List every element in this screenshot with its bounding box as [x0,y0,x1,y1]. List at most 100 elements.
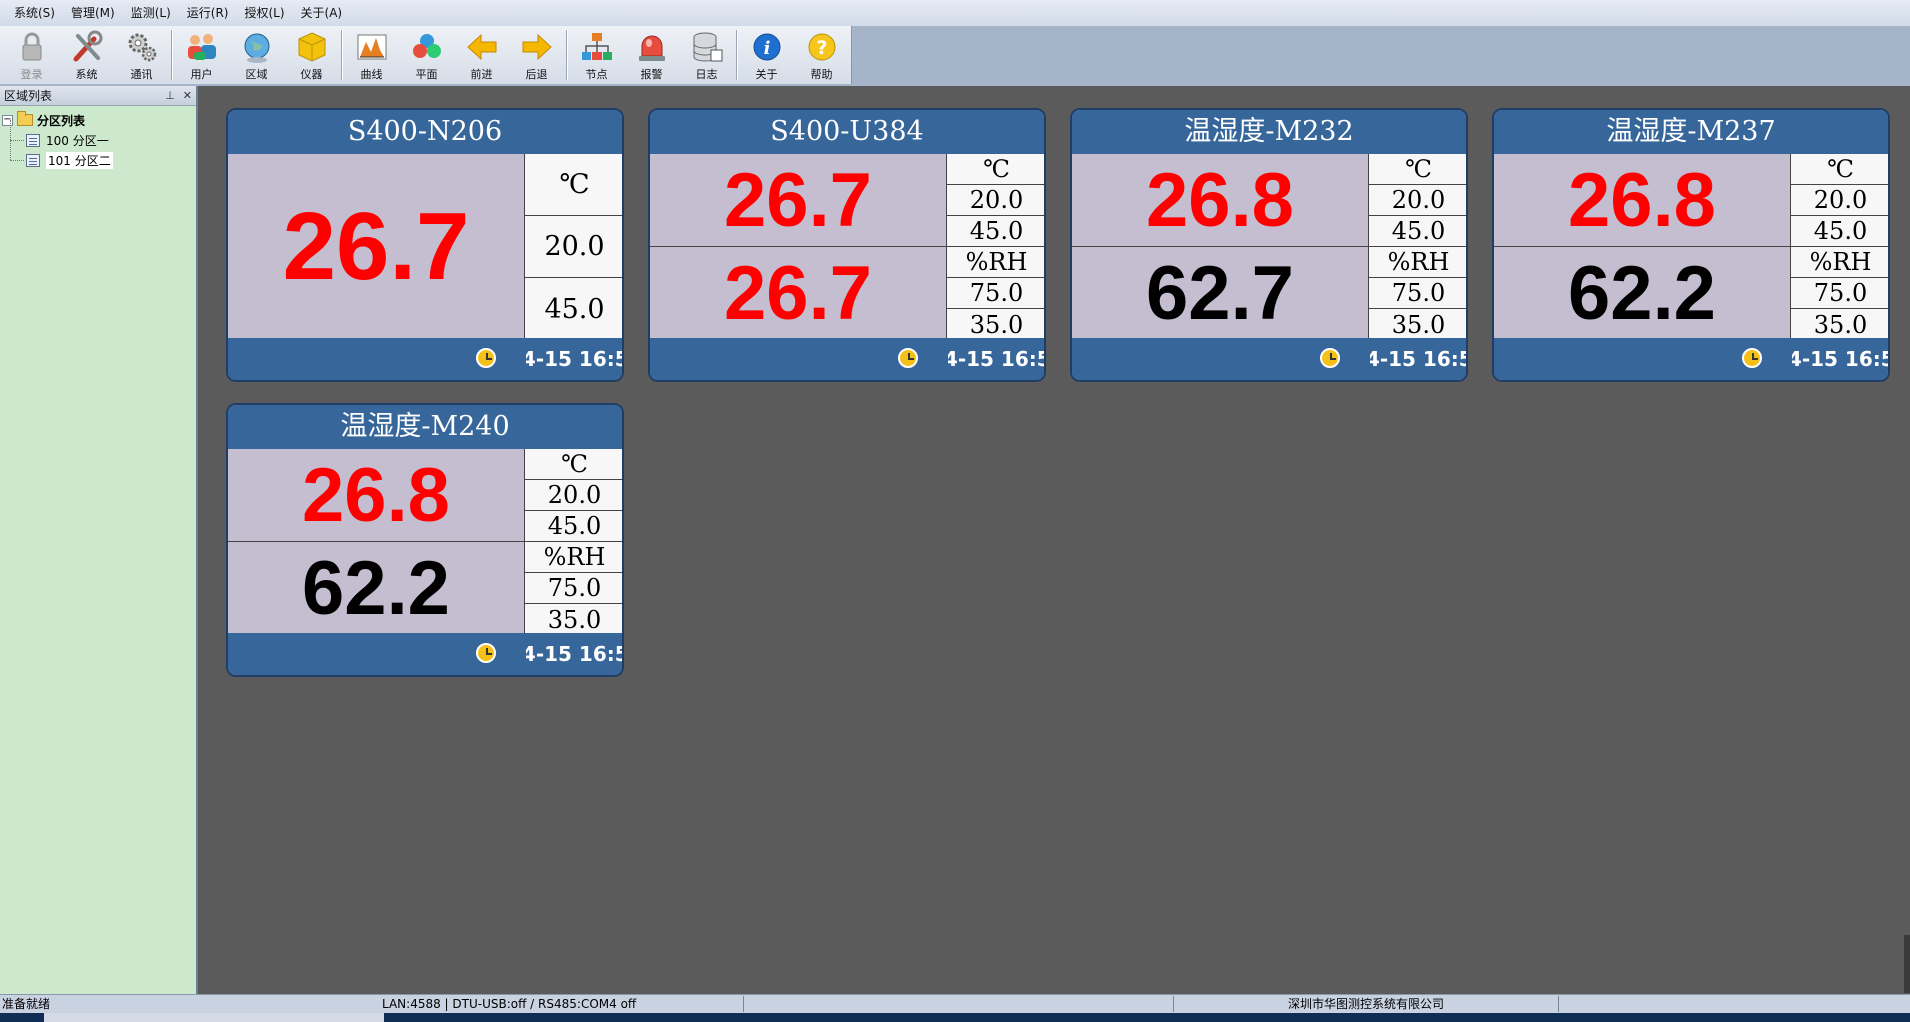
instrument-label: 仪器 [300,68,323,81]
temperature-low-limit: 45.0 [947,216,1044,247]
database-icon [693,32,722,62]
temperature-unit: ℃ [525,449,622,480]
system-button[interactable]: 系统 [59,26,114,84]
device-card-s400-u384[interactable]: S400-U384 26.7 26.7 ℃ 20.0 45.0 %RH 75.0… [648,108,1046,382]
alarm-button[interactable]: 报警 [624,26,679,84]
collapse-icon[interactable]: − [2,114,13,126]
status-divider [1173,996,1174,1012]
status-divider [743,996,744,1012]
humidity-high-limit: 75.0 [525,573,622,604]
temperature-low-limit: 45.0 [1369,216,1466,247]
update-time: 04-15 16:57 [1792,347,1888,371]
instrument-button[interactable]: 仪器 [284,26,339,84]
menu-system[interactable]: 系统(S) [6,0,63,26]
log-button[interactable]: 日志 [679,26,734,84]
forward-button[interactable]: 前进 [454,26,509,84]
humidity-value: 62.7 [1146,251,1294,336]
humidity-unit: %RH [1369,247,1466,278]
area-tree: − 分区列表 100 分区一 101 分区二 [0,106,196,170]
about-button[interactable]: i 关于 [739,26,794,84]
toolbar-buttons: 登录 系统 通讯 用户 区域 仪器 曲线 平面 前进 后退 节点 报警 日志 i… [0,26,852,84]
humidity-low-limit: 35.0 [1369,309,1466,340]
svg-text:?: ? [816,37,827,59]
menu-monitor[interactable]: 监测(L) [123,0,179,26]
temperature-value: 26.7 [282,193,470,300]
folder-icon [17,111,33,126]
zone-icon [26,133,40,147]
temperature-low-limit: 45.0 [1791,216,1888,247]
comm-label: 通讯 [130,68,153,81]
device-card-m237[interactable]: 温湿度-M237 26.8 62.2 ℃ 20.0 45.0 %RH 75.0 … [1492,108,1890,382]
menu-run[interactable]: 运行(R) [179,0,237,26]
about-label: 关于 [755,68,778,81]
tools-icon [73,30,102,62]
card-title: 温湿度-M240 [228,405,622,449]
alarm-icon [638,35,665,61]
humidity-unit: %RH [947,247,1044,278]
card-title: 温湿度-M237 [1494,110,1888,154]
back-button[interactable]: 后退 [509,26,564,84]
curve-button[interactable]: 曲线 [344,26,399,84]
device-card-s400-n206[interactable]: S400-N206 26.7 ℃ 20.0 45.0 04-15 16:58 [226,108,624,382]
temperature-high-limit: 20.0 [525,480,622,511]
temperature-high-limit: 20.0 [1791,185,1888,216]
close-icon[interactable]: ✕ [183,89,192,102]
plan-button[interactable]: 平面 [399,26,454,84]
humidity-low-limit: 35.0 [1791,309,1888,340]
tree-root[interactable]: − 分区列表 [2,110,196,130]
node-button[interactable]: 节点 [569,26,624,84]
system-label: 系统 [75,68,98,81]
toolbar-separator [171,30,172,80]
card-title: 温湿度-M232 [1072,110,1466,154]
card-footer: 04-15 16:58 [650,338,1044,380]
gear-icon [128,33,156,62]
temperature-value: 26.8 [228,449,524,542]
limits-column: ℃ 20.0 45.0 [524,154,622,340]
card-footer: 04-15 16:58 [228,338,622,380]
curve-label: 曲线 [360,68,383,81]
toolbar-separator [566,30,567,80]
log-label: 日志 [695,68,718,81]
menu-license[interactable]: 授权(L) [236,0,292,26]
zone-icon [26,153,40,167]
tree-item-zone-2[interactable]: 101 分区二 [2,140,196,170]
tree-item-label: 101 分区二 [46,151,113,169]
temperature-unit: ℃ [1369,154,1466,185]
help-button[interactable]: ? 帮助 [794,26,849,84]
temperature-unit: ℃ [947,154,1044,185]
humidity-value: 62.2 [1568,251,1716,336]
limits-column: ℃ 20.0 45.0 %RH 75.0 35.0 [1368,154,1466,340]
plan-label: 平面 [415,68,438,81]
connection-status: LAN:4588 | DTU-USB:off / RS485:COM4 off [382,997,637,1011]
panel-title: 区域列表 [4,89,53,103]
card-title: S400-N206 [228,110,622,154]
device-card-m240[interactable]: 温湿度-M240 26.8 62.2 ℃ 20.0 45.0 %RH 75.0 … [226,403,624,677]
status-bar: 准备就绪 LAN:4588 | DTU-USB:off / RS485:COM4… [0,994,1910,1022]
humidity-value: 62.2 [302,546,450,631]
login-label: 登录 [20,68,43,81]
update-time-clip: 04-15 16:58 [948,338,1044,380]
users-button[interactable]: 用户 [174,26,229,84]
humidity-high-limit: 75.0 [947,278,1044,309]
temperature-unit: ℃ [525,154,622,216]
area-button[interactable]: 区域 [229,26,284,84]
limits-column: ℃ 20.0 45.0 %RH 75.0 35.0 [1790,154,1888,340]
toolbar-separator [736,30,737,80]
help-label: 帮助 [810,68,833,81]
temperature-unit: ℃ [1791,154,1888,185]
pin-icon[interactable]: ⊥ [165,89,175,102]
device-card-m232[interactable]: 温湿度-M232 26.8 62.7 ℃ 20.0 45.0 %RH 75.0 … [1070,108,1468,382]
card-footer: 04-15 16:58 [228,633,622,675]
temperature-low-limit: 45.0 [525,511,622,542]
taskbar-highlight [44,1013,384,1022]
update-time: 04-15 16:58 [1370,347,1466,371]
menu-about[interactable]: 关于(A) [293,0,351,26]
comm-button[interactable]: 通讯 [114,26,169,84]
menu-manage[interactable]: 管理(M) [63,0,123,26]
login-button[interactable]: 登录 [4,26,59,84]
tree-item-zone-1[interactable]: 100 分区一 [2,120,196,150]
users-icon [187,34,216,60]
clock-icon [476,348,496,368]
lock-icon [22,32,41,61]
scrollbar-thumb[interactable] [1904,935,1910,993]
